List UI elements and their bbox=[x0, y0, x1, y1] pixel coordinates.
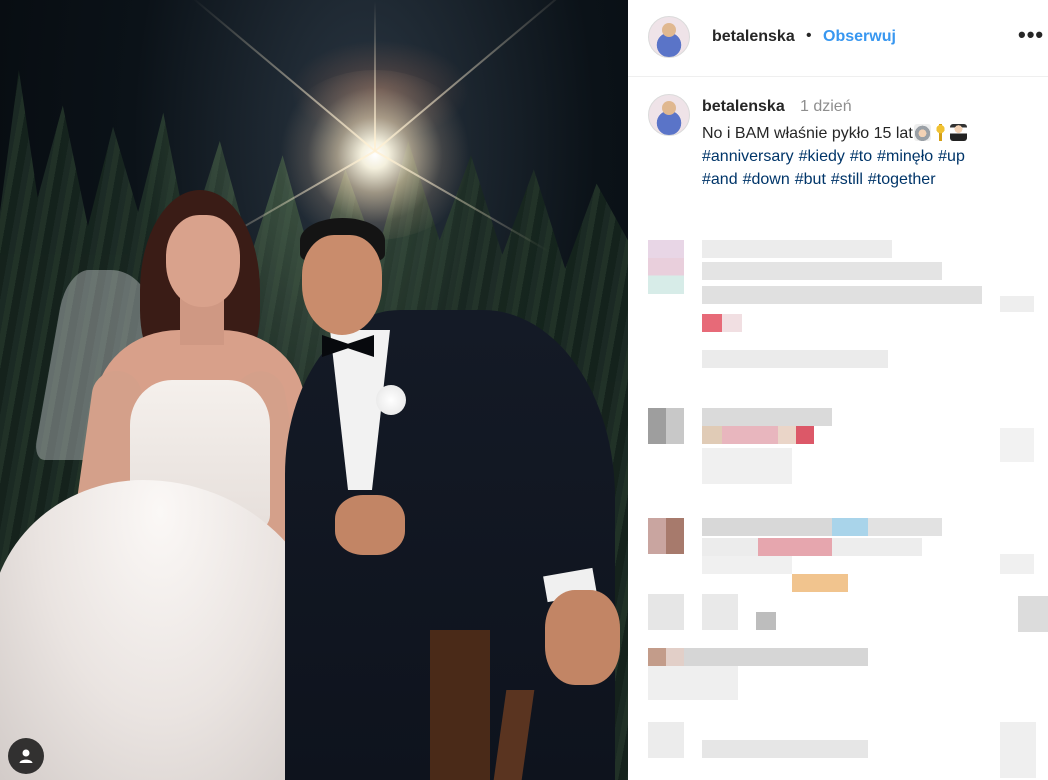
blurred-comment-text bbox=[756, 612, 776, 630]
hashtag-link[interactable]: #minęło bbox=[877, 148, 933, 165]
blurred-comment-text bbox=[868, 518, 942, 536]
avatar[interactable] bbox=[648, 16, 690, 58]
blurred-heart bbox=[1000, 722, 1036, 778]
hashtag-link[interactable]: #down bbox=[743, 171, 790, 188]
more-options-icon[interactable]: ••• bbox=[1018, 22, 1044, 48]
blurred-accent bbox=[792, 574, 848, 592]
hashtag-link[interactable]: #together bbox=[868, 171, 936, 188]
caption-timestamp[interactable]: 1 dzień bbox=[800, 98, 852, 116]
hashtag-link[interactable]: #still bbox=[831, 171, 863, 188]
caption-body: No i BAM właśnie pykło 15 lat bbox=[702, 125, 913, 142]
follow-button[interactable]: Obserwuj bbox=[823, 28, 896, 46]
blurred-accent bbox=[832, 518, 868, 536]
blurred-accent bbox=[702, 426, 722, 444]
boutonniere bbox=[376, 385, 406, 415]
blurred-avatar bbox=[648, 518, 684, 554]
blurred-comment-text bbox=[702, 286, 982, 304]
blurred-accent bbox=[778, 426, 796, 444]
groom-hand-right bbox=[545, 590, 620, 685]
blurred-heart bbox=[1000, 554, 1034, 574]
flare-ray bbox=[374, 1, 376, 151]
avatar[interactable] bbox=[648, 94, 690, 136]
user-tag-icon bbox=[19, 749, 33, 763]
bride-emoji-icon bbox=[913, 124, 931, 141]
blurred-avatar bbox=[648, 594, 684, 630]
blurred-accent bbox=[796, 426, 814, 444]
user-tag-button[interactable] bbox=[8, 738, 44, 774]
blurred-avatar bbox=[648, 722, 684, 758]
blurred-comment-text bbox=[702, 538, 758, 556]
post-sidebar: betalenska • Obserwuj ••• betalenska 1 d… bbox=[628, 0, 1048, 780]
blurred-comment-meta bbox=[702, 448, 792, 484]
blurred-heart bbox=[1000, 428, 1034, 462]
blurred-accent bbox=[702, 314, 722, 332]
blurred-comment-text bbox=[702, 594, 738, 630]
blurred-comment-text bbox=[702, 262, 942, 280]
blurred-heart bbox=[1018, 596, 1048, 632]
blurred-comment-text bbox=[702, 518, 832, 536]
blurred-avatar bbox=[648, 648, 684, 666]
blurred-accent bbox=[722, 314, 742, 332]
hashtag-list: #anniversary #kiedy #to #minęło #up #and #down… bbox=[702, 148, 970, 188]
post-header: betalenska • Obserwuj ••• bbox=[628, 0, 1048, 77]
key-emoji-icon bbox=[931, 124, 949, 141]
caption-text: No i BAM właśnie pykło 15 lat #anniversa… bbox=[702, 122, 1042, 191]
hashtag-link[interactable]: #kiedy bbox=[799, 148, 845, 165]
blurred-comment-text bbox=[702, 740, 868, 758]
blurred-avatar bbox=[648, 408, 684, 444]
groom-emoji-icon bbox=[949, 124, 967, 141]
separator-dot: • bbox=[806, 27, 812, 44]
blurred-accent bbox=[758, 538, 832, 556]
hashtag-link[interactable]: #and bbox=[702, 171, 738, 188]
blurred-comment-text bbox=[832, 538, 922, 556]
hashtag-link[interactable]: #to bbox=[850, 148, 872, 165]
blurred-accent bbox=[722, 426, 778, 444]
hashtag-link[interactable]: #anniversary bbox=[702, 148, 794, 165]
hashtag-link[interactable]: #up bbox=[938, 148, 965, 165]
blurred-comment-text bbox=[702, 240, 892, 258]
blurred-comment-meta bbox=[702, 556, 792, 574]
hashtag-link[interactable]: #but bbox=[795, 171, 826, 188]
groom-hand-left bbox=[335, 495, 405, 555]
blurred-comment-meta bbox=[702, 350, 888, 368]
post-photo[interactable] bbox=[0, 0, 628, 780]
blurred-comment-text bbox=[702, 408, 832, 426]
bride-face bbox=[166, 215, 240, 307]
caption-username[interactable]: betalenska bbox=[702, 98, 785, 116]
blurred-comment-text bbox=[684, 648, 868, 666]
blurred-avatar bbox=[648, 240, 684, 294]
blurred-heart bbox=[1000, 296, 1034, 312]
wooden-bench bbox=[430, 630, 490, 780]
blurred-comment-meta bbox=[648, 666, 738, 700]
username-link[interactable]: betalenska bbox=[712, 28, 795, 46]
groom-face bbox=[302, 235, 382, 335]
